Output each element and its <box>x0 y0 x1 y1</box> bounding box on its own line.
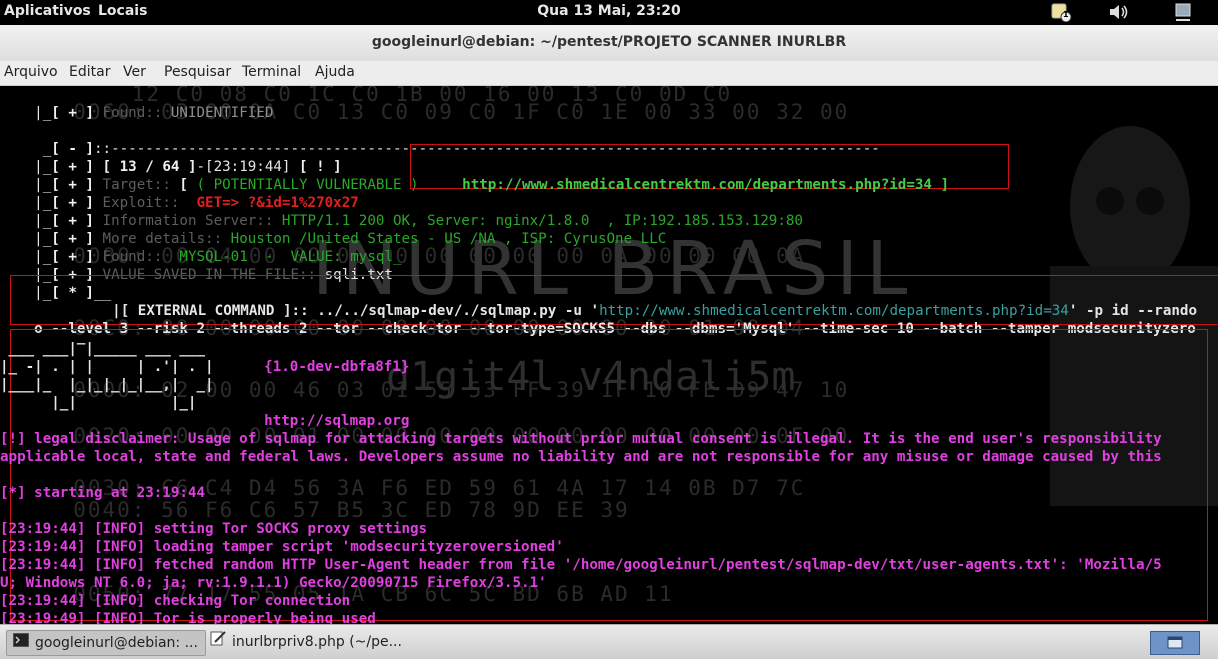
notification-icon[interactable]: 1 <box>1050 2 1072 23</box>
menu-pesquisar[interactable]: Pesquisar <box>164 64 231 80</box>
starting-line: [*] starting at 23:19:44 <box>0 485 205 501</box>
taskbar: googleinurl@debian: ... inurlbrpriv8.php… <box>0 624 1218 659</box>
menu-terminal[interactable]: Terminal <box>242 64 301 80</box>
network-icon[interactable] <box>1172 2 1194 22</box>
log-line: [23:19:44] [INFO] loading tamper script … <box>0 539 564 555</box>
legal-disclaimer-line-2: applicable local, state and federal laws… <box>0 449 1162 465</box>
taskbar-item-label: googleinurl@debian: ... <box>35 635 198 651</box>
log-line: [23:19:44] [INFO] setting Tor SOCKS prox… <box>0 521 428 537</box>
menu-editar[interactable]: Editar <box>69 64 110 80</box>
workspace-switcher-icon[interactable] <box>1150 631 1200 655</box>
legal-disclaimer-line-1: [!] legal disclaimer: Usage of sqlmap fo… <box>0 431 1162 447</box>
window-title: googleinurl@debian: ~/pentest/PROJETO SC… <box>371 34 847 50</box>
taskbar-item-editor[interactable]: inurlbrpriv8.php (~/pe... <box>206 630 410 654</box>
menubar: Arquivo Editar Ver Pesquisar Terminal Aj… <box>0 61 1218 86</box>
log-line: [23:19:49] [INFO] Tor is properly being … <box>0 611 376 624</box>
top-panel: Aplicativos Locais Qua 13 Mai, 23:20 1 <box>0 0 1218 25</box>
menu-ver[interactable]: Ver <box>123 64 146 80</box>
sqlmap-logo: ___ ___| |_____ ___ ___ <box>0 341 205 357</box>
log-line: U; Windows NT 6.0; ja; rv:1.9.1.1) Gecko… <box>0 575 547 591</box>
found-value: UNIDENTIFIED <box>170 105 274 121</box>
clock[interactable]: Qua 13 Mai, 23:20 <box>0 3 1218 19</box>
taskbar-item-terminal[interactable]: googleinurl@debian: ... <box>6 630 206 656</box>
volume-icon[interactable] <box>1108 2 1130 22</box>
notification-count: 1 <box>1063 10 1069 19</box>
terminal-icon <box>13 631 29 655</box>
log-line: [23:19:44] [INFO] fetched random HTTP Us… <box>0 557 1162 573</box>
log-line: [23:19:44] [INFO] checking Tor connectio… <box>0 593 351 609</box>
sqlmap-logo: |___|_ |_|_|_|_|__,| _| <box>0 377 214 393</box>
sqlmap-logo: |_| |_| <box>0 395 197 411</box>
terminal-view[interactable]: 12 C0 08 C0 1C C0 1B 00 16 00 13 C0 0D C… <box>0 86 1218 624</box>
window-title-bar[interactable]: googleinurl@debian: ~/pentest/PROJETO SC… <box>0 25 1218 62</box>
sqlmap-logo: |_ -| . | | | .'| . | <box>0 359 214 375</box>
sqlmap-url[interactable]: http://sqlmap.org <box>264 413 409 429</box>
text-editor-icon <box>210 630 226 654</box>
found-label: Found:: <box>102 105 163 121</box>
sqlmap-version: {1.0-dev-dbfa8f1} <box>264 359 410 375</box>
menu-ajuda[interactable]: Ajuda <box>315 64 355 80</box>
menu-arquivo[interactable]: Arquivo <box>4 64 58 80</box>
prefix-plus: [ + ] <box>51 105 94 121</box>
target-url[interactable]: http://www.shmedicalcentrektm.com/depart… <box>462 177 949 193</box>
taskbar-item-label: inurlbrpriv8.php (~/pe... <box>232 634 402 650</box>
